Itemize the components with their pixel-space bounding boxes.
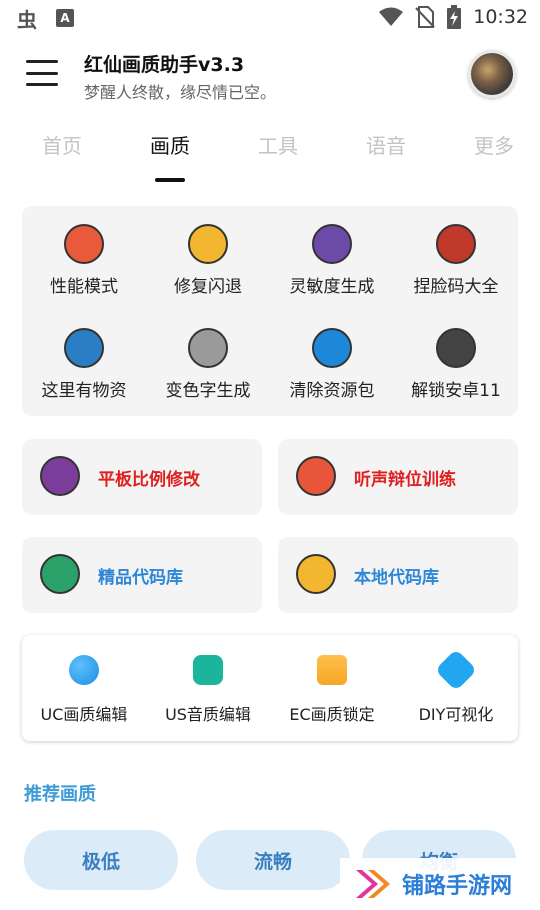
- teal-badge-icon: [193, 655, 223, 685]
- ec-lock-button[interactable]: EC画质锁定: [270, 655, 394, 725]
- tab-more[interactable]: 更多: [454, 130, 534, 159]
- clock: 10:32: [473, 6, 528, 28]
- grid-label: 修复闪退: [174, 277, 242, 297]
- wifi-icon: [379, 7, 404, 26]
- app-header: 红仙画质助手v3.3 梦醒人终散，缘尽情已空。: [0, 42, 540, 112]
- tab-quality[interactable]: 画质: [130, 130, 210, 159]
- grid-label: 灵敏度生成: [289, 277, 375, 297]
- tool-label: DIY可视化: [418, 705, 494, 724]
- grid-label: 变色字生成: [165, 381, 251, 401]
- tablet-ratio-card[interactable]: 平板比例修改: [22, 439, 262, 515]
- battery-charging-icon: [447, 5, 462, 29]
- tools-card: UC画质编辑 US音质编辑 EC画质锁定 DIY可视化: [22, 635, 518, 741]
- no-sim-icon: [415, 6, 435, 28]
- tablet-ratio-label: 平板比例修改: [98, 470, 200, 490]
- us-editor-button[interactable]: US音质编辑: [146, 655, 270, 725]
- ping-pong-icon: [64, 224, 104, 264]
- sushi-icon: [188, 328, 228, 368]
- quality-option-smooth[interactable]: 流畅: [196, 830, 350, 890]
- monitor-icon: [296, 554, 336, 594]
- local-code-card[interactable]: 本地代码库: [278, 537, 518, 613]
- watermark-logo-icon: [356, 870, 390, 898]
- premium-code-card[interactable]: 精品代码库: [22, 537, 262, 613]
- grid-item-color-text[interactable]: 变色字生成: [146, 328, 270, 401]
- tab-bar: 首页 画质 工具 语音 更多: [0, 130, 540, 186]
- test-tubes-icon: [40, 554, 80, 594]
- tab-home[interactable]: 首页: [22, 130, 102, 159]
- grid-label: 性能模式: [50, 277, 118, 297]
- cross-icon: [434, 648, 478, 692]
- tab-tools[interactable]: 工具: [238, 130, 318, 159]
- sound-training-label: 听声辩位训练: [354, 470, 456, 490]
- sound-training-card[interactable]: 听声辩位训练: [278, 439, 518, 515]
- uc-editor-button[interactable]: UC画质编辑: [22, 655, 146, 725]
- app-subtitle: 梦醒人终散，缘尽情已空。: [84, 83, 277, 102]
- diy-visual-button[interactable]: DIY可视化: [394, 648, 518, 725]
- tool-label: US音质编辑: [165, 705, 251, 724]
- status-bar: 虫 A 10:32: [0, 0, 540, 36]
- gameboy-icon: [40, 456, 80, 496]
- dollar-icon: [64, 328, 104, 368]
- feature-grid: 性能模式 修复闪退 灵敏度生成 捏脸码大全 这里有物资 变色字生成 清除资源包 …: [22, 206, 518, 416]
- grid-item-clear-resources[interactable]: 清除资源包: [270, 328, 394, 401]
- grid-label: 捏脸码大全: [413, 277, 499, 297]
- pill-icon: [312, 224, 352, 264]
- orange-square-icon: [317, 655, 347, 685]
- tab-voice[interactable]: 语音: [346, 130, 426, 159]
- watermark: 铺路手游网: [340, 858, 540, 910]
- tool-label: UC画质编辑: [40, 705, 128, 724]
- cherries-icon: [436, 224, 476, 264]
- tab-indicator: [155, 178, 185, 182]
- phone-icon: [188, 224, 228, 264]
- section-title: 推荐画质: [24, 784, 96, 805]
- watermark-text: 铺路手游网: [402, 874, 513, 899]
- quality-option-lowest[interactable]: 极低: [24, 830, 178, 890]
- a-icon: A: [56, 9, 74, 27]
- grid-item-face-codes[interactable]: 捏脸码大全: [394, 224, 518, 297]
- local-code-label: 本地代码库: [354, 568, 439, 588]
- grid-item-fix-crash[interactable]: 修复闪退: [146, 224, 270, 297]
- grid-item-supplies[interactable]: 这里有物资: [22, 328, 146, 401]
- grid-label: 解锁安卓11: [411, 381, 501, 401]
- grid-item-sensitivity[interactable]: 灵敏度生成: [270, 224, 394, 297]
- menu-icon[interactable]: [26, 60, 58, 86]
- laptop-icon: [436, 328, 476, 368]
- premium-code-label: 精品代码库: [98, 568, 183, 588]
- telescope-icon: [296, 456, 336, 496]
- snowflake-icon: [312, 328, 352, 368]
- grid-item-performance[interactable]: 性能模式: [22, 224, 146, 297]
- tool-label: EC画质锁定: [289, 705, 375, 724]
- grid-label: 这里有物资: [41, 381, 127, 401]
- blue-circle-icon: [69, 655, 99, 685]
- grid-label: 清除资源包: [289, 381, 375, 401]
- app-title: 红仙画质助手v3.3: [84, 54, 245, 76]
- avatar[interactable]: [468, 50, 516, 98]
- grid-item-unlock-android11[interactable]: 解锁安卓11: [394, 328, 518, 401]
- bug-icon: 虫: [17, 7, 37, 32]
